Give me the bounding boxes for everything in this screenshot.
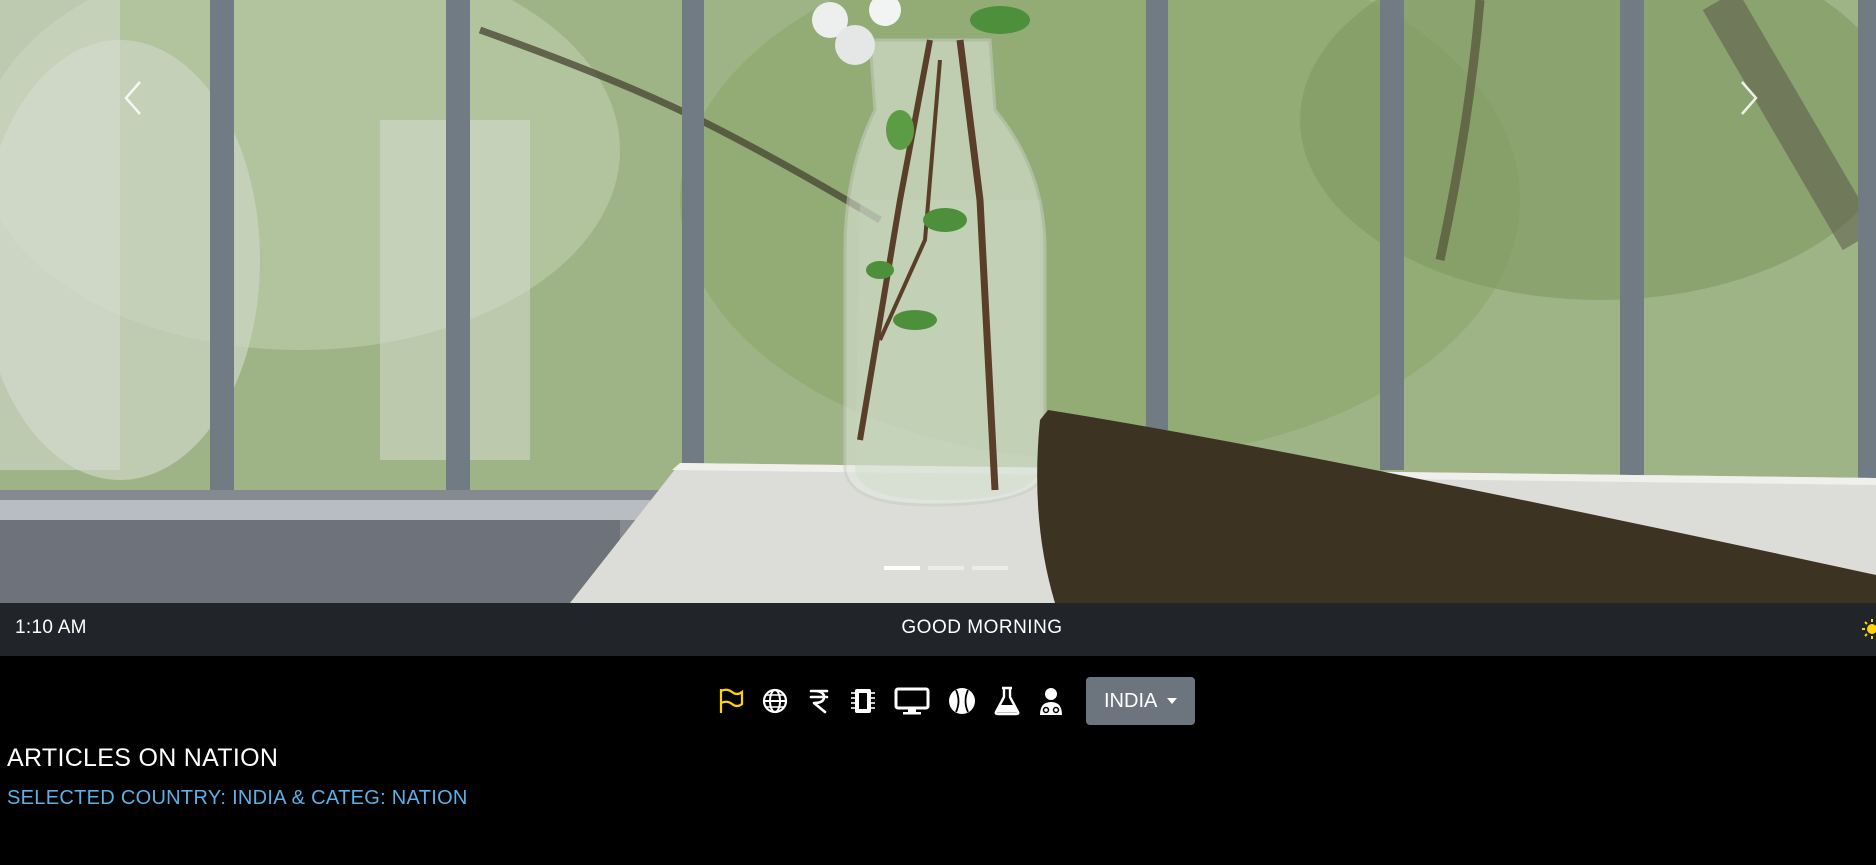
- caret-down-icon: [1167, 698, 1178, 704]
- category-science-button[interactable]: [992, 686, 1022, 716]
- category-nav: INDIA: [716, 677, 1196, 725]
- carousel-indicator-3[interactable]: [972, 566, 1008, 570]
- image-carousel[interactable]: [0, 0, 1876, 603]
- category-world-button[interactable]: [760, 686, 790, 716]
- category-health-button[interactable]: [1036, 686, 1066, 716]
- doctor-icon: [1040, 688, 1062, 715]
- carousel-slide-image: [0, 0, 1876, 603]
- category-sports-button[interactable]: [946, 686, 978, 716]
- rupee-icon: [809, 689, 829, 714]
- category-business-button[interactable]: [804, 686, 834, 716]
- selection-summary: SELECTED COUNTRY: INDIA & CATEG: NATION: [7, 787, 468, 809]
- carousel-indicator-1[interactable]: [884, 566, 920, 570]
- chip-icon: [851, 689, 875, 713]
- flask-icon: [994, 686, 1020, 716]
- country-dropdown-label: INDIA: [1104, 689, 1158, 712]
- chevron-left-icon: [124, 81, 141, 115]
- category-entertainment-button[interactable]: [892, 686, 932, 716]
- page-title: ARTICLES ON NATION: [7, 744, 279, 772]
- globe-icon: [762, 688, 788, 714]
- category-nation-button[interactable]: [716, 686, 746, 716]
- chevron-right-icon: [1741, 81, 1758, 115]
- category-technology-button[interactable]: [848, 686, 878, 716]
- country-dropdown[interactable]: INDIA: [1086, 677, 1196, 725]
- info-bar: 1:10 AM GOOD MORNING: [0, 603, 1876, 656]
- monitor-icon: [894, 687, 930, 715]
- flag-icon: [719, 688, 744, 713]
- sun-icon: [1862, 619, 1876, 639]
- greeting-text: GOOD MORNING: [901, 617, 1063, 638]
- carousel-indicator-2[interactable]: [928, 566, 964, 570]
- carousel-prev-button[interactable]: [122, 80, 162, 120]
- carousel-next-button[interactable]: [1738, 80, 1778, 120]
- baseball-icon: [949, 688, 975, 714]
- carousel-indicators: [884, 566, 1008, 570]
